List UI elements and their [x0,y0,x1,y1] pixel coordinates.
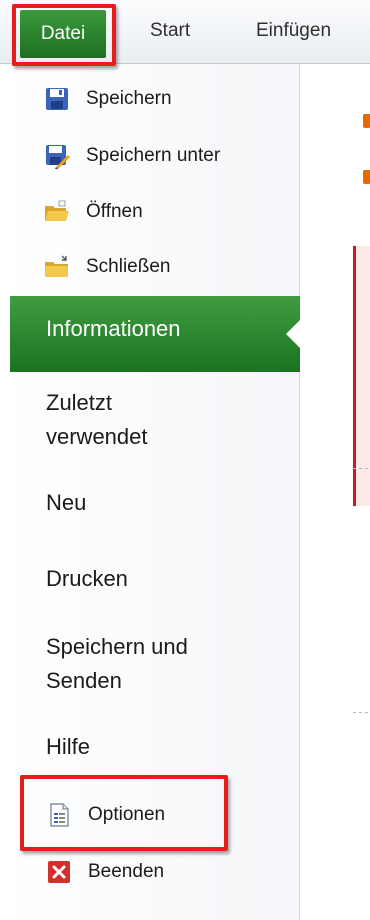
warning-marker [363,114,370,128]
close-folder-icon [44,254,70,280]
nav-hilfe[interactable]: Hilfe [46,730,90,764]
nav-drucken[interactable]: Drucken [46,562,128,596]
tab-datei[interactable]: Datei [20,10,106,58]
nav-speichern-und-senden[interactable]: Speichern und Senden [46,630,188,698]
nav-senden-line2: Senden [46,668,122,693]
document-preview-edge [353,246,370,506]
backstage-content-area [301,64,370,920]
optionen-button[interactable]: Optionen [46,795,165,835]
divider [353,712,370,713]
optionen-label: Optionen [88,804,166,825]
schliessen-button[interactable]: Schließen [44,247,171,287]
warning-marker [363,170,370,184]
speichern-unter-button[interactable]: Speichern unter [44,136,220,176]
options-icon [46,802,72,828]
speichern-label: Speichern [86,88,172,109]
schliessen-label: Schließen [86,256,171,277]
exit-icon [46,859,72,885]
open-folder-icon [44,199,70,225]
nav-zuletzt-line2: verwendet [46,424,148,449]
nav-zuletzt-line1: Zuletzt [46,390,113,415]
save-as-icon [44,143,70,169]
nav-neu[interactable]: Neu [46,486,86,520]
nav-informationen[interactable]: Informationen [10,296,300,372]
speichern-button[interactable]: Speichern [44,79,172,119]
beenden-button[interactable]: Beenden [46,852,164,892]
oeffnen-button[interactable]: Öffnen [44,192,143,232]
speichern-unter-label: Speichern unter [86,145,221,166]
beenden-label: Beenden [88,861,165,882]
ribbon-tab-bar: Datei Start Einfügen [0,0,370,64]
divider [353,468,370,469]
nav-informationen-label: Informationen [46,316,181,341]
active-pointer [286,320,300,348]
tab-start[interactable]: Start [150,20,190,42]
nav-senden-line1: Speichern und [46,634,188,659]
save-icon [44,86,70,112]
nav-zuletzt-verwendet[interactable]: Zuletzt verwendet [46,386,148,454]
oeffnen-label: Öffnen [86,201,143,222]
tab-einfuegen[interactable]: Einfügen [256,20,331,42]
